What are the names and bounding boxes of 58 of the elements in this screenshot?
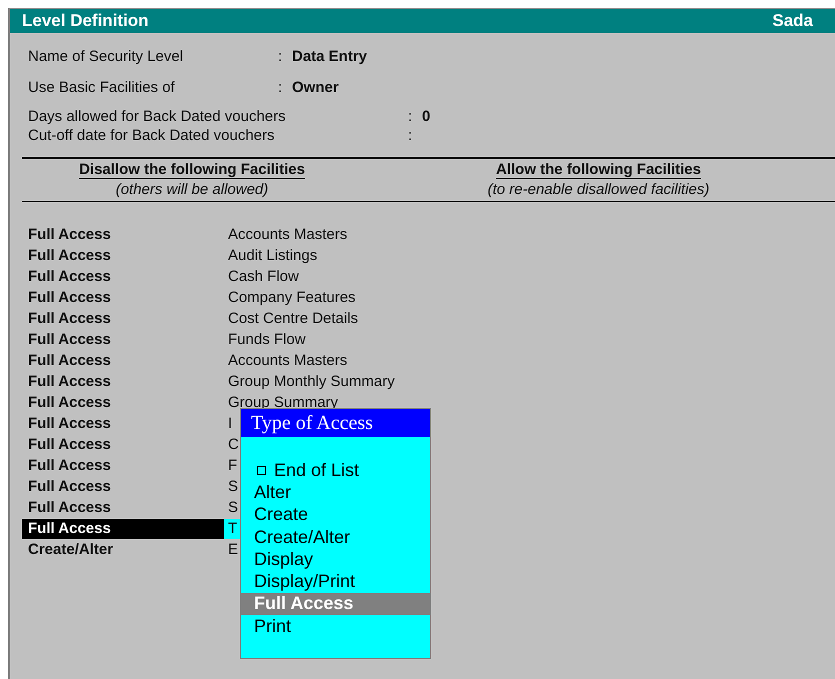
access-cell[interactable]: Full Access — [22, 498, 224, 518]
list-item[interactable]: Create/Alter — [241, 526, 430, 548]
access-cell[interactable]: Full Access — [22, 434, 224, 454]
facility-cell-text: C — [227, 434, 240, 454]
column-note: (others will be allowed) — [116, 181, 268, 198]
list-item[interactable]: Create — [241, 504, 430, 526]
field-label: Days allowed for Back Dated vouchers — [28, 108, 287, 125]
list-item[interactable]: Full Access — [241, 592, 430, 616]
facility-cell-text: I — [227, 414, 234, 434]
facility-cell-text: Accounts Masters — [227, 350, 348, 370]
access-cell[interactable]: Full Access — [22, 476, 224, 496]
field-value[interactable]: Data Entry — [292, 48, 835, 65]
facility-cell-text: Cash Flow — [227, 266, 300, 286]
field-value[interactable]: 0 — [422, 108, 835, 125]
facility-cell-text: S — [227, 498, 240, 518]
separator: : — [278, 48, 284, 65]
separator: : — [408, 127, 414, 144]
square-icon — [257, 466, 266, 475]
access-cell[interactable]: Full Access — [22, 350, 224, 370]
field-label: Use Basic Facilities of — [28, 79, 176, 96]
facility-cell-text: Audit Listings — [227, 246, 318, 266]
access-cell[interactable]: Create/Alter — [22, 540, 224, 560]
facility-cell-text: Cost Centre Details — [227, 308, 360, 328]
list-item[interactable]: Print — [241, 615, 430, 638]
list-item[interactable]: Display/Print — [241, 570, 430, 593]
field-label: Cut-off date for Back Dated vouchers — [28, 127, 276, 144]
separator: : — [278, 79, 284, 96]
access-cell[interactable]: Full Access — [22, 330, 224, 350]
access-cell[interactable]: Full Access — [22, 392, 224, 412]
access-cell[interactable]: Full Access — [22, 456, 224, 476]
facility-cell: T — [224, 518, 242, 538]
facility-cell-text: Group Monthly Summary — [227, 372, 396, 392]
field-label: Name of Security Level — [28, 48, 184, 65]
separator: : — [408, 108, 414, 125]
popup-title: Type of Access — [241, 409, 430, 437]
company-name: Sada — [772, 11, 813, 31]
access-cell[interactable]: Full Access — [22, 266, 224, 286]
facility-cell-text: Accounts Masters — [227, 224, 348, 244]
facility-cell-text: E — [227, 540, 240, 560]
access-cell[interactable]: Full Access — [22, 414, 224, 434]
facility-cell-text: F — [227, 456, 238, 476]
access-cell[interactable]: Full Access — [22, 372, 224, 392]
column-heading: Allow the following Facilities — [496, 161, 701, 179]
access-cell[interactable]: Full Access — [22, 518, 224, 538]
list-item[interactable]: Display — [241, 548, 430, 570]
access-cell[interactable]: Full Access — [22, 224, 224, 244]
column-note: (to re-enable disallowed facilities) — [488, 181, 710, 198]
facility-cell-text: Company Features — [227, 288, 357, 308]
window-title: Level Definition — [22, 11, 149, 31]
field-value[interactable]: Owner — [292, 79, 835, 96]
access-cell[interactable]: Full Access — [22, 246, 224, 266]
facility-cell-text: Funds Flow — [227, 330, 307, 350]
list-item[interactable]: End of List — [241, 459, 430, 482]
facility-cell-text: S — [227, 476, 240, 496]
list-item[interactable]: Alter — [241, 481, 430, 504]
column-heading: Disallow the following Facilities — [79, 161, 305, 179]
access-cell[interactable]: Full Access — [22, 288, 224, 308]
access-cell[interactable]: Full Access — [22, 308, 224, 328]
